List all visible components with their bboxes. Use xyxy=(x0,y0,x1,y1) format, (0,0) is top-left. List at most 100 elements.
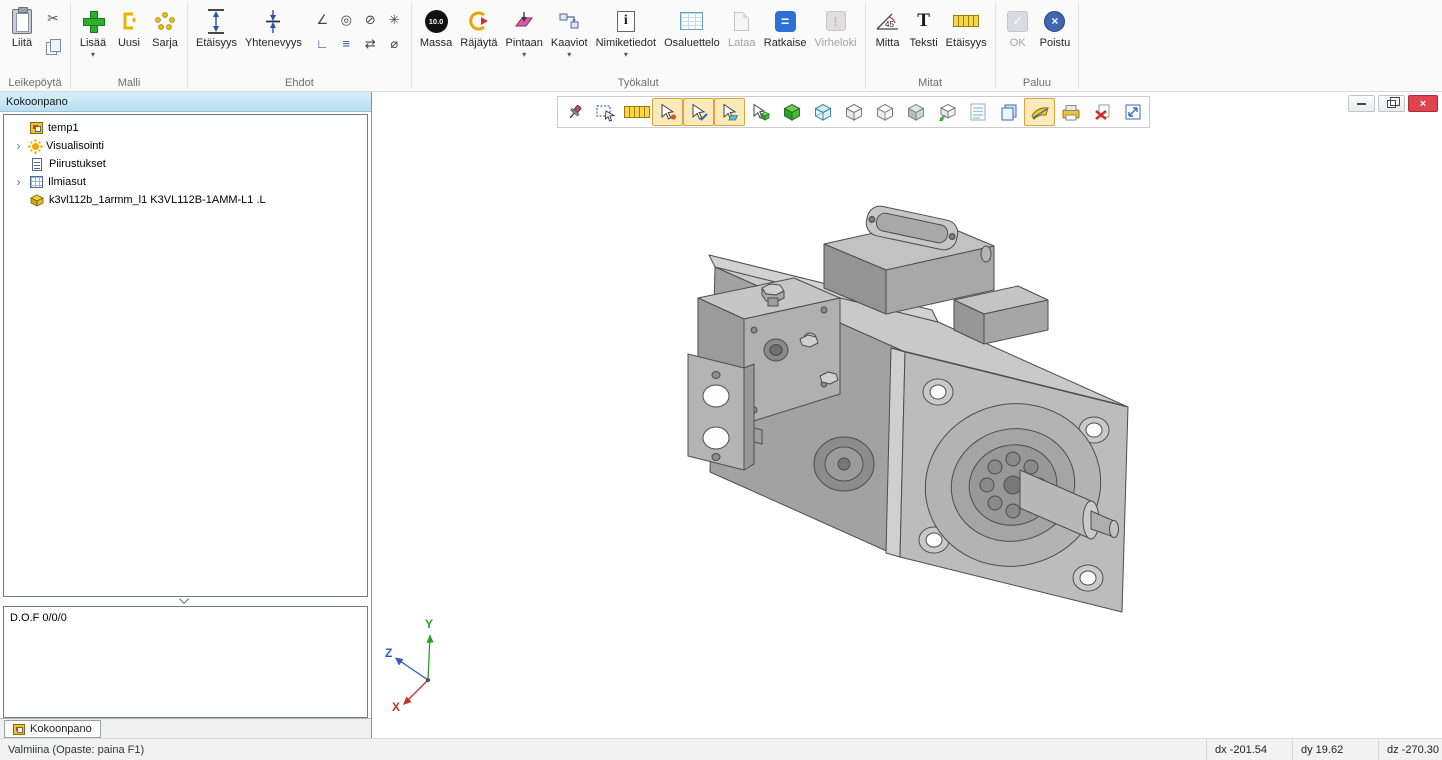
error-log-button: ! Virheloki xyxy=(811,3,861,52)
ribbon-group-model: Lisää ▾ Uusi Sarja Malli xyxy=(71,0,187,91)
angle-constraint-button[interactable]: ∠ xyxy=(312,9,333,30)
pattern-constraint-button[interactable]: ✳ xyxy=(384,9,405,30)
text-button[interactable]: T Teksti xyxy=(906,3,942,52)
show-transparent-icon[interactable] xyxy=(807,98,838,126)
exit-button[interactable]: × Poistu xyxy=(1036,3,1075,52)
solve-icon: = xyxy=(775,11,796,32)
select-body-icon[interactable] xyxy=(745,98,776,126)
restore-button[interactable] xyxy=(1378,95,1405,112)
copy-button[interactable] xyxy=(42,35,64,57)
ribbon-group-dimensions: 45 Mitta T Teksti Etäisyys Mitat xyxy=(866,0,995,91)
window-controls: × xyxy=(1348,95,1438,112)
close-button[interactable]: × xyxy=(1408,95,1438,112)
part-icon xyxy=(30,194,44,207)
select-face-icon[interactable] xyxy=(714,98,745,126)
panel-title: Kokoonpano xyxy=(0,92,371,112)
add-button[interactable]: Lisää ▾ xyxy=(75,3,111,61)
add-dropdown-icon[interactable]: ▾ xyxy=(91,50,95,59)
pump-model[interactable] xyxy=(372,92,1442,738)
solve-button[interactable]: = Ratkaise xyxy=(760,3,811,52)
symmetry-constraint-button[interactable]: ⇄ xyxy=(360,33,381,54)
coincidence-label: Yhtenevyys xyxy=(245,37,302,50)
tab-kokoonpano[interactable]: Kokoonpano xyxy=(4,720,101,738)
item-info-dropdown-icon[interactable]: ▾ xyxy=(624,50,628,59)
minimize-button[interactable] xyxy=(1348,95,1375,112)
show-hidden-edges-icon[interactable] xyxy=(869,98,900,126)
cut-button[interactable]: ✂ xyxy=(42,7,64,29)
plot-icon[interactable] xyxy=(1055,98,1086,126)
diameter-constraint-button[interactable]: ⌀ xyxy=(384,33,405,54)
distance-dim-button[interactable]: Etäisyys xyxy=(942,3,991,52)
status-message: Valmiina (Opaste: paina F1) xyxy=(0,744,144,756)
measure-icon[interactable] xyxy=(621,98,652,126)
delete-icon[interactable] xyxy=(1086,98,1117,126)
error-log-label: Virheloki xyxy=(815,37,857,50)
coincidence-button[interactable]: Yhtenevyys xyxy=(241,3,306,52)
collapse-handle[interactable] xyxy=(177,597,195,605)
tree-item-visualisointi[interactable]: › Visualisointi xyxy=(4,137,367,155)
dof-value: D.O.F 0/0/0 xyxy=(10,612,67,624)
group-label-tools: Työkalut xyxy=(412,77,865,89)
measure-button[interactable]: 45 Mitta xyxy=(870,3,906,52)
sketch-plane-icon[interactable] xyxy=(1024,98,1055,126)
ruler-icon xyxy=(953,15,979,27)
mass-icon: 10.0 xyxy=(425,10,448,33)
paste-label: Liitä xyxy=(12,37,32,50)
show-wireframe-icon[interactable] xyxy=(838,98,869,126)
tangent-constraint-button[interactable]: ⊘ xyxy=(360,9,381,30)
expand-chevron-icon[interactable]: › xyxy=(12,140,25,152)
concentric-constraint-button[interactable]: ◎ xyxy=(336,9,357,30)
tree-label: Piirustukset xyxy=(49,158,106,170)
group-label-conditions: Ehdot xyxy=(188,77,411,89)
text-label: Teksti xyxy=(910,37,938,50)
series-label: Sarja xyxy=(152,37,178,50)
expand-chevron-icon[interactable]: › xyxy=(12,176,25,188)
measure-angle-icon: 45 xyxy=(874,9,901,33)
dx-readout: dx -201.54 xyxy=(1206,739,1292,760)
diagrams-dropdown-icon[interactable]: ▾ xyxy=(567,50,571,59)
select-edge-icon[interactable] xyxy=(683,98,714,126)
tree-item-piirustukset[interactable]: Piirustukset xyxy=(4,155,367,173)
tree-item-ilmiasut[interactable]: › Ilmiasut xyxy=(4,173,367,191)
distance-constraint-button[interactable]: Etäisyys xyxy=(192,3,241,52)
new-button[interactable]: Uusi xyxy=(111,3,147,52)
tree-item-part[interactable]: k3vl112b_1armm_l1 K3VL112B-1AMM-L1 .L xyxy=(4,191,367,209)
to-surface-button[interactable]: Pintaan ▾ xyxy=(502,3,547,61)
angle-icon: ∠ xyxy=(317,12,329,28)
exit-icon: × xyxy=(1044,11,1065,32)
mass-button[interactable]: 10.0 Massa xyxy=(416,3,456,52)
item-info-button[interactable]: i Nimiketiedot ▾ xyxy=(592,3,661,61)
paste-button[interactable]: Liitä xyxy=(4,3,40,52)
viewport-3d[interactable]: × xyxy=(372,92,1442,738)
clipboard-paste-icon xyxy=(12,9,32,34)
insert-part-icon[interactable] xyxy=(931,98,962,126)
show-shaded-icon[interactable] xyxy=(900,98,931,126)
transform-icon[interactable] xyxy=(1117,98,1148,126)
ribbon-group-clipboard: Liitä ✂ Leikepöytä xyxy=(0,0,70,91)
show-solid-icon[interactable] xyxy=(776,98,807,126)
tab-label: Kokoonpano xyxy=(30,723,92,735)
tree-item-temp1[interactable]: temp1 xyxy=(4,119,367,137)
perpendicular-constraint-button[interactable]: ∟ xyxy=(312,33,333,54)
explode-button[interactable]: Räjäytä xyxy=(456,3,501,52)
to-surface-dropdown-icon[interactable]: ▾ xyxy=(522,50,526,59)
group-label-dimensions: Mitat xyxy=(866,77,995,89)
diagrams-icon xyxy=(558,11,580,31)
series-button[interactable]: Sarja xyxy=(147,3,183,52)
copy-parts-icon[interactable] xyxy=(993,98,1024,126)
group-label-clipboard: Leikepöytä xyxy=(0,77,70,89)
ribbon-group-back: ✓ OK × Poistu Paluu xyxy=(996,0,1079,91)
pin-icon[interactable] xyxy=(559,98,590,126)
area-select-icon[interactable] xyxy=(590,98,621,126)
parallel-constraint-button[interactable]: ≡ xyxy=(336,33,357,54)
constraint-grid: ∠ ◎ ⊘ ✳ ∟ ≡ ⇄ ⌀ xyxy=(312,9,405,54)
parts-list-button[interactable]: Osaluettelo xyxy=(660,3,724,52)
assembly-panel: Kokoonpano temp1 › Visualisointi Piirust… xyxy=(0,92,372,738)
select-vertex-icon[interactable] xyxy=(652,98,683,126)
axis-x-label: X xyxy=(392,700,400,712)
diagrams-button[interactable]: Kaaviot ▾ xyxy=(547,3,592,61)
minimize-icon xyxy=(1357,103,1366,105)
panel-splitter[interactable] xyxy=(0,597,371,606)
dy-readout: dy 19.62 xyxy=(1292,739,1378,760)
feature-list-icon[interactable] xyxy=(962,98,993,126)
